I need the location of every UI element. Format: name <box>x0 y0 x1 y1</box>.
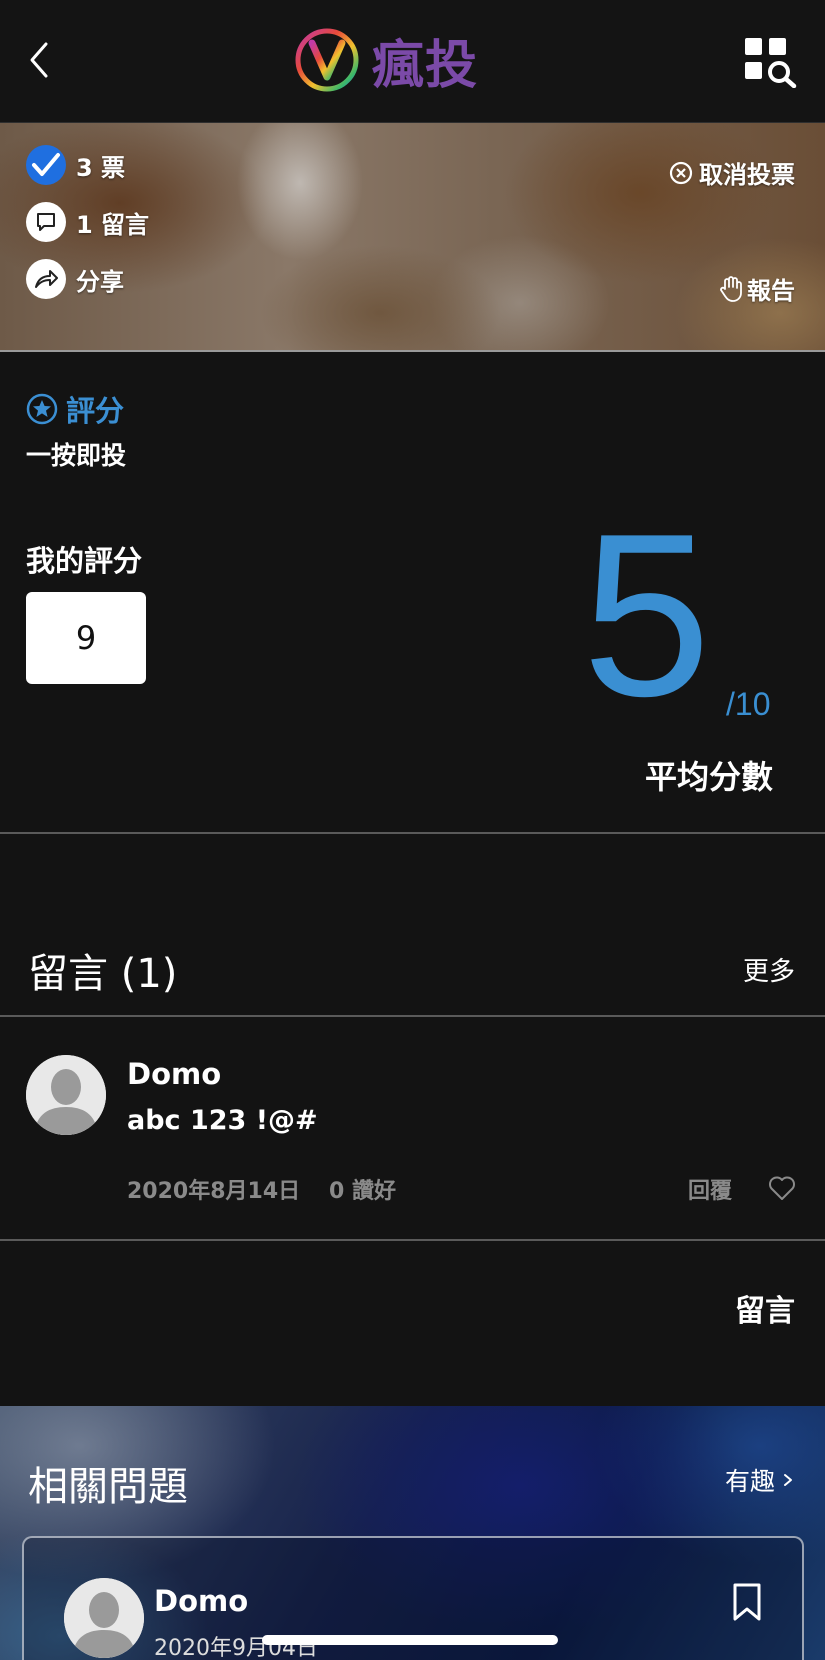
cancel-circle-icon <box>669 161 693 184</box>
comment-item: Domo abc 123 !@# 2020年8月14日 0 讚好 回覆 <box>0 1017 825 1241</box>
rating-section: 評分 一按即投 我的評分 9 5 /10 平均分數 <box>0 352 825 834</box>
hand-icon <box>720 275 742 302</box>
comments-title: 留言 (1) <box>28 951 178 997</box>
grid-search-icon[interactable] <box>743 36 797 88</box>
vote-check-icon <box>26 145 66 185</box>
comment-text: abc 123 !@# <box>127 1105 318 1136</box>
user-silhouette-icon <box>64 1578 144 1658</box>
my-rating-input[interactable]: 9 <box>26 592 146 684</box>
star-circle-icon <box>26 393 58 425</box>
related-questions-section: 相關問題 有趣 Domo 2020年9月04日 <box>0 1406 825 1660</box>
share-arrow-icon <box>26 259 66 299</box>
post-comment-button[interactable]: 留言 <box>735 1286 795 1330</box>
back-arrow-icon[interactable] <box>26 40 52 80</box>
report-label: 報告 <box>747 277 795 305</box>
reply-button[interactable]: 回覆 <box>688 1173 732 1205</box>
chevron-right-icon <box>784 1474 792 1486</box>
comment-bubble-icon <box>26 202 66 242</box>
rating-subtitle: 一按即投 <box>26 441 127 470</box>
average-score-label: 平均分數 <box>644 758 773 796</box>
average-denominator: /10 <box>726 686 771 722</box>
votes-count: 3 票 <box>76 153 126 182</box>
app-header: 瘋投 <box>0 0 825 123</box>
logo-text: 瘋投 <box>372 35 479 96</box>
comments-stat[interactable]: 1 留言 <box>26 202 149 242</box>
logo-v-icon <box>295 28 359 92</box>
bookmark-icon[interactable] <box>732 1582 762 1622</box>
rating-title: 評分 <box>26 388 124 430</box>
fun-link[interactable]: 有趣 <box>725 1462 795 1498</box>
related-title: 相關問題 <box>28 1464 188 1510</box>
comment-likes: 0 讚好 <box>329 1179 396 1204</box>
avatar[interactable] <box>26 1055 106 1135</box>
card-author: Domo <box>154 1584 249 1618</box>
my-rating-label: 我的評分 <box>26 544 143 578</box>
report-button[interactable]: 報告 <box>719 271 795 306</box>
heart-icon[interactable] <box>768 1175 796 1201</box>
comments-count: 1 留言 <box>76 210 150 239</box>
comments-header: 留言 (1) 更多 <box>0 915 825 1017</box>
comment-date: 2020年8月14日 <box>127 1179 301 1204</box>
fun-label: 有趣 <box>724 1467 775 1496</box>
share-stat[interactable]: 分享 <box>26 259 124 299</box>
avatar[interactable] <box>64 1578 144 1658</box>
home-indicator <box>262 1635 558 1645</box>
average-score: 5 <box>582 486 712 745</box>
share-label: 分享 <box>76 267 124 296</box>
cancel-vote-label: 取消投票 <box>699 161 795 189</box>
more-comments-link[interactable]: 更多 <box>743 951 795 988</box>
app-logo[interactable]: 瘋投 <box>294 26 478 96</box>
votes-stat[interactable]: 3 票 <box>26 145 125 185</box>
user-silhouette-icon <box>26 1055 106 1135</box>
rating-title-text: 評分 <box>66 394 125 428</box>
cancel-vote-button[interactable]: 取消投票 <box>669 155 795 190</box>
comment-author[interactable]: Domo <box>127 1057 221 1091</box>
poll-stats-banner: 3 票 1 留言 分享 取消投票 報告 <box>0 123 825 352</box>
